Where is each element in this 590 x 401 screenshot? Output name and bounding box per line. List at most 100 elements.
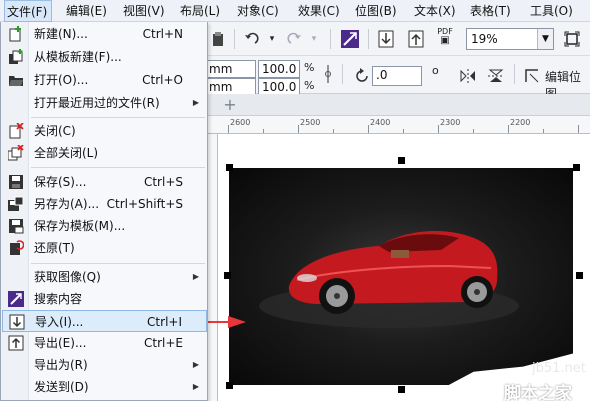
menu-bitmaps[interactable]: 位图(B) [355, 0, 397, 22]
width-unit: mm [209, 62, 233, 76]
menu-separator [31, 117, 205, 118]
toolbar-divider [234, 29, 235, 49]
menu-item-label: 关闭(C) [34, 124, 76, 138]
menu-item-shortcut: Ctrl+S [143, 175, 183, 189]
menu-item-import[interactable]: 导入(I)... Ctrl+I [2, 310, 207, 332]
menu-bar: 文件(F) 编辑(E) 视图(V) 布局(L) 对象(C) 效果(C) 位图(B… [0, 0, 590, 22]
scale-y-value: 100.0 [262, 80, 297, 94]
redo-icon[interactable] [284, 29, 304, 49]
mirror-vertical-icon[interactable] [486, 66, 506, 86]
selection-handle[interactable] [226, 164, 233, 171]
search-content-icon [8, 291, 24, 307]
undo-icon[interactable] [242, 29, 262, 49]
full-screen-icon[interactable] [562, 29, 582, 49]
new-document-icon [8, 26, 24, 42]
width-field[interactable]: mm [206, 60, 256, 78]
menu-edit[interactable]: 编辑(E) [66, 0, 107, 22]
ruler-tick-label: 2500 [300, 118, 321, 127]
selection-handle[interactable] [226, 382, 233, 389]
mirror-horizontal-icon[interactable] [458, 66, 478, 86]
export-icon[interactable] [406, 29, 426, 49]
menu-item-shortcut: Ctrl+I [147, 315, 182, 329]
scale-x-field[interactable]: 100.0 [258, 60, 300, 78]
menu-item-open-recent[interactable]: 打开最近用过的文件(R) ▶ [2, 92, 207, 114]
menu-item-close-all[interactable]: 全部关闭(L) [2, 142, 207, 164]
close-document-icon [8, 122, 24, 139]
menu-item-export-as[interactable]: 导出为(R) ▶ [2, 354, 207, 376]
selection-handle[interactable] [576, 272, 583, 279]
import-icon[interactable] [376, 29, 396, 49]
menu-item-label: 新建(N)... [34, 27, 88, 41]
menu-item-label: 搜索内容 [34, 292, 83, 306]
height-unit: mm [209, 80, 233, 94]
selection-handle[interactable] [224, 272, 231, 279]
menu-effects[interactable]: 效果(C) [298, 0, 340, 22]
menu-item-revert[interactable]: 还原(T) [2, 237, 207, 259]
toolbar-divider [514, 64, 515, 84]
menu-item-export[interactable]: 导出(E)... Ctrl+E [2, 332, 207, 354]
selection-handle[interactable] [398, 386, 405, 393]
submenu-arrow-icon: ▶ [192, 98, 199, 107]
undo-dropdown-icon[interactable]: ▾ [262, 29, 282, 49]
menu-text[interactable]: 文本(X) [414, 0, 456, 22]
ruler-tick-label: 2400 [370, 118, 391, 127]
menu-item-save-as[interactable]: 另存为(A)... Ctrl+Shift+S [2, 193, 207, 215]
menu-item-save-as-template[interactable]: 保存为模板(M)... [2, 215, 207, 237]
save-icon [8, 174, 24, 190]
menu-item-shortcut: Ctrl+O [142, 73, 183, 87]
menu-object[interactable]: 对象(C) [237, 0, 279, 22]
menu-item-label: 打开(O)... [34, 73, 89, 87]
toolbar-divider [342, 64, 343, 84]
chevron-down-icon[interactable]: ▼ [537, 29, 553, 49]
lock-ratio-icon[interactable] [318, 64, 338, 84]
search-content-icon[interactable] [340, 29, 360, 49]
submenu-arrow-icon: ▶ [192, 382, 199, 391]
menu-item-open[interactable]: 打开(O)... Ctrl+O [2, 69, 207, 91]
publish-pdf-icon[interactable]: PDF ▣ [436, 27, 454, 46]
menu-item-label: 导入(I)... [35, 315, 84, 329]
submenu-arrow-icon: ▶ [192, 360, 199, 369]
imported-car-photo[interactable] [229, 168, 573, 385]
watermark-name: 脚本之家 [504, 384, 572, 401]
zoom-value: 19% [471, 32, 498, 46]
close-all-icon [7, 144, 24, 161]
menu-item-label: 还原(T) [34, 241, 75, 255]
menu-item-label: 导出(E)... [34, 336, 87, 350]
menu-file[interactable]: 文件(F) [4, 0, 52, 22]
menu-item-label: 全部关闭(L) [34, 146, 99, 160]
toolbar-divider [368, 29, 369, 49]
menu-item-label: 保存为模板(M)... [34, 219, 126, 233]
redo-dropdown-icon[interactable]: ▾ [304, 29, 324, 49]
menu-item-close[interactable]: 关闭(C) [2, 120, 207, 142]
degree-label: o [432, 64, 439, 77]
menu-item-acquire-image[interactable]: 获取图像(Q) ▶ [2, 266, 207, 288]
rotation-icon [352, 66, 372, 86]
add-tab-icon[interactable]: + [220, 95, 240, 115]
menu-item-shortcut: Ctrl+E [144, 336, 183, 350]
menu-item-new-from-template[interactable]: 从模板新建(F)... [2, 46, 207, 68]
watermark-site: jb51.net [532, 361, 586, 376]
edit-bitmap-icon[interactable] [522, 66, 542, 86]
menu-item-label: 从模板新建(F)... [34, 50, 122, 64]
menu-item-send-to[interactable]: 发送到(D) ▶ [2, 376, 207, 398]
rotation-angle-field[interactable]: .0 [372, 66, 422, 86]
selection-handle[interactable] [573, 164, 580, 171]
selection-handle[interactable] [398, 157, 405, 164]
clipboard-icon[interactable] [208, 29, 228, 49]
menu-item-search-content[interactable]: 搜索内容 [2, 288, 207, 310]
menu-item-shortcut: Ctrl+Shift+S [106, 197, 183, 211]
file-menu-dropdown: 新建(N)... Ctrl+N 从模板新建(F)... 打开(O)... Ctr… [0, 22, 208, 401]
menu-item-save[interactable]: 保存(S)... Ctrl+S [2, 171, 207, 193]
menu-tools[interactable]: 工具(O) [530, 0, 573, 22]
menu-table[interactable]: 表格(T) [470, 0, 511, 22]
zoom-level-select[interactable]: 19% ▼ [466, 28, 554, 50]
menu-separator [31, 263, 205, 264]
menu-item-new[interactable]: 新建(N)... Ctrl+N [2, 23, 207, 45]
menu-separator [31, 167, 205, 168]
menu-layout[interactable]: 布局(L) [180, 0, 220, 22]
export-icon [8, 335, 24, 351]
ruler-tick-label: 2300 [440, 118, 461, 127]
menu-view[interactable]: 视图(V) [123, 0, 165, 22]
menu-item-label: 获取图像(Q) [34, 270, 101, 284]
menu-item-label: 打开最近用过的文件(R) [34, 96, 160, 110]
